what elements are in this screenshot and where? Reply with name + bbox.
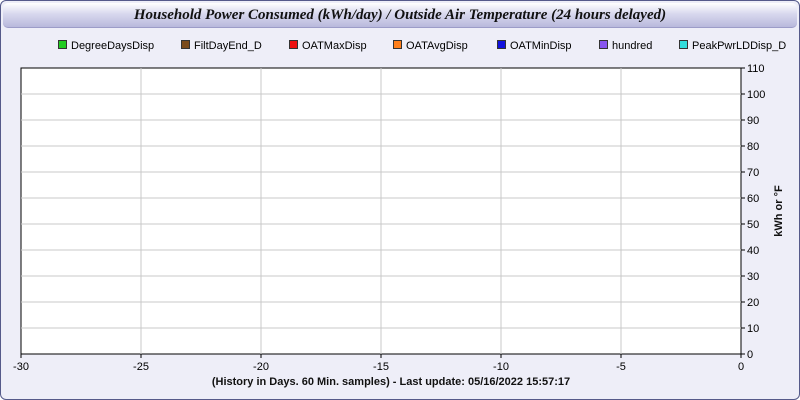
x-tick-label: 0 <box>738 361 744 373</box>
x-tick-label: -5 <box>616 361 626 373</box>
x-tick-label: -15 <box>373 361 389 373</box>
y-tick-label: 110 <box>747 63 765 75</box>
x-tick-label: -10 <box>493 361 509 373</box>
y-tick-label: 50 <box>747 219 759 231</box>
x-axis-ticks: -30 -25 -20 -15 -10 -5 0 <box>13 354 744 373</box>
x-tick-label: -30 <box>13 361 29 373</box>
y-axis-ticks: 0 10 20 30 40 50 60 70 80 90 100 110 <box>741 63 765 361</box>
chart-frame: Household Power Consumed (kWh/day) / Out… <box>0 0 800 400</box>
y-tick-label: 100 <box>747 89 765 101</box>
chart-plot: -30 -25 -20 -15 -10 -5 0 0 10 20 30 40 50 60 70 80 90 10… <box>13 63 785 373</box>
x-tick-label: -20 <box>253 361 269 373</box>
y-tick-label: 0 <box>747 349 753 361</box>
y-tick-label: 20 <box>747 297 759 309</box>
y-tick-label: 60 <box>747 193 759 205</box>
y-tick-label: 40 <box>747 245 759 257</box>
y-tick-label: 10 <box>747 323 759 335</box>
y-axis-label: kWh or °F <box>773 185 785 237</box>
y-tick-label: 70 <box>747 167 759 179</box>
y-tick-label: 80 <box>747 141 759 153</box>
x-tick-label: -25 <box>133 361 149 373</box>
y-tick-label: 30 <box>747 271 759 283</box>
x-axis-label: (History in Days. 60 Min. samples) - Las… <box>211 376 571 388</box>
y-tick-label: 90 <box>747 115 759 127</box>
